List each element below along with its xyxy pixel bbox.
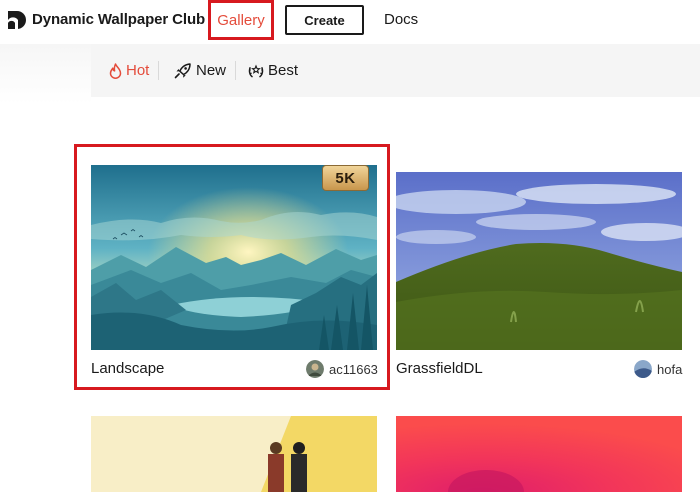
- nav-gallery-link[interactable]: Gallery: [208, 0, 274, 40]
- author-name: ac11663: [329, 361, 378, 377]
- background-fade: [0, 44, 91, 104]
- wallpaper-thumbnail-3[interactable]: [91, 416, 377, 492]
- wallpaper-thumbnail-landscape[interactable]: 5K: [91, 165, 377, 350]
- site-title[interactable]: Dynamic Wallpaper Club: [32, 11, 205, 28]
- avatar: [634, 360, 652, 378]
- sort-filter-bar: Hot New Best: [91, 44, 700, 97]
- wallpaper-author-grassfield[interactable]: hofa: [634, 360, 682, 378]
- filter-new-tab[interactable]: New: [174, 62, 226, 79]
- wallpaper-title-grassfield[interactable]: GrassfieldDL: [396, 360, 483, 377]
- filter-best-tab[interactable]: Best: [248, 62, 298, 79]
- gradient-preview-image: [396, 416, 682, 492]
- wallpaper-thumbnail-4[interactable]: [396, 416, 682, 492]
- filter-best-label: Best: [268, 62, 299, 79]
- top-navigation-bar: Dynamic Wallpaper Club Gallery Create Do…: [0, 0, 700, 44]
- wallpaper-author-landscape[interactable]: ac11663: [306, 360, 378, 378]
- create-button[interactable]: Create: [285, 5, 364, 35]
- filter-hot-tab[interactable]: Hot: [109, 62, 149, 79]
- avatar: [306, 360, 324, 378]
- filter-divider: [235, 61, 236, 80]
- wallpaper-thumbnail-grassfield[interactable]: [396, 172, 682, 350]
- wallpaper-title-landscape[interactable]: Landscape: [91, 360, 164, 377]
- landscape-preview-image: [91, 165, 377, 350]
- filter-hot-label: Hot: [126, 62, 150, 79]
- rocket-icon: [174, 62, 191, 78]
- filter-divider: [158, 61, 159, 80]
- logo-icon[interactable]: [6, 9, 28, 31]
- anime-preview-image: [91, 416, 377, 492]
- grassfield-preview-image: [396, 172, 682, 350]
- laurel-wreath-icon: [248, 64, 264, 78]
- flame-icon: [109, 62, 122, 79]
- filter-new-label: New: [196, 62, 227, 79]
- nav-docs-link[interactable]: Docs: [384, 11, 418, 28]
- author-name: hofa: [657, 361, 683, 377]
- resolution-badge: 5K: [322, 165, 369, 191]
